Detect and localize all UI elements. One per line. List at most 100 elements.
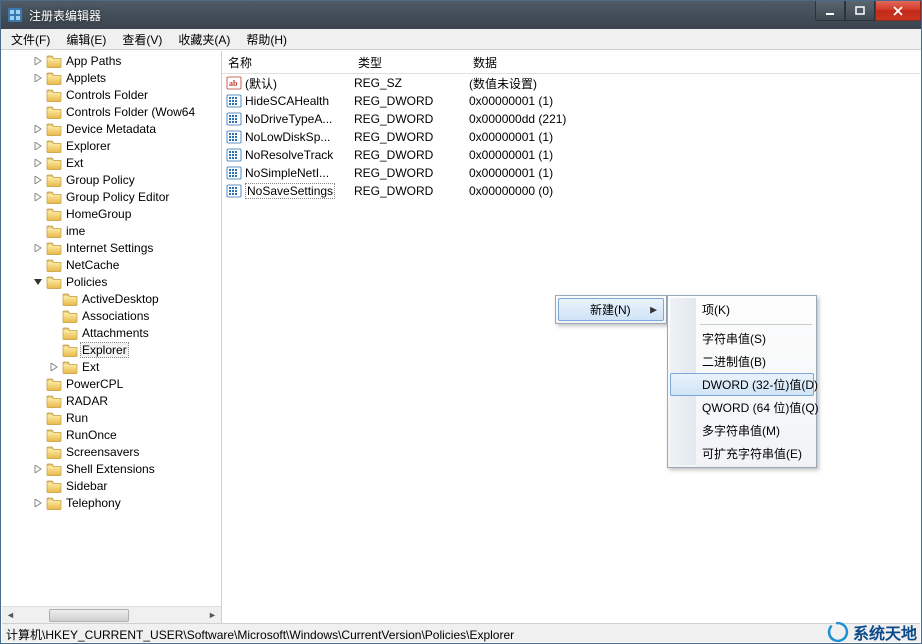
value-list[interactable]: 名称 类型 数据 (默认)REG_SZ(数值未设置)HideSCAHealthR…: [222, 51, 920, 623]
ctx-new-multistring[interactable]: 多字符串值(M): [670, 419, 814, 442]
expand-icon[interactable]: [30, 176, 46, 184]
expand-icon[interactable]: [30, 465, 46, 473]
tree-node[interactable]: Ext: [2, 358, 221, 375]
value-name: NoDriveTypeA...: [245, 112, 332, 126]
tree-node-label: Run: [64, 411, 90, 425]
tree-node[interactable]: Screensavers: [2, 443, 221, 460]
tree-node[interactable]: App Paths: [2, 52, 221, 69]
tree-node[interactable]: NetCache: [2, 256, 221, 273]
tree-node[interactable]: Telephony: [2, 494, 221, 511]
close-button[interactable]: [875, 1, 921, 21]
titlebar[interactable]: 注册表编辑器: [1, 1, 921, 29]
tree-node[interactable]: Controls Folder (Wow64: [2, 103, 221, 120]
expand-icon[interactable]: [46, 363, 62, 371]
tree-node[interactable]: Group Policy: [2, 171, 221, 188]
tree-node[interactable]: Associations: [2, 307, 221, 324]
folder-icon: [46, 172, 62, 188]
ctx-new-qword[interactable]: QWORD (64 位)值(Q): [670, 396, 814, 419]
scroll-thumb[interactable]: [49, 609, 129, 622]
value-row[interactable]: NoLowDiskSp...REG_DWORD0x00000001 (1): [222, 128, 920, 146]
tree-node-label: Ext: [80, 360, 101, 374]
value-row[interactable]: HideSCAHealthREG_DWORD0x00000001 (1): [222, 92, 920, 110]
dword-value-icon: [226, 111, 242, 127]
expand-icon[interactable]: [30, 125, 46, 133]
tree-node[interactable]: Explorer: [2, 137, 221, 154]
value-data: 0x000000dd (221): [467, 112, 920, 126]
minimize-button[interactable]: [815, 1, 845, 21]
ctx-new-expandstring[interactable]: 可扩充字符串值(E): [670, 442, 814, 465]
tree-node-label: Attachments: [80, 326, 151, 340]
tree-node[interactable]: RunOnce: [2, 426, 221, 443]
tree-node[interactable]: Run: [2, 409, 221, 426]
expand-icon[interactable]: [30, 57, 46, 65]
ctx-new-key[interactable]: 项(K): [670, 298, 814, 321]
tree-node-label: Group Policy Editor: [64, 190, 171, 204]
scroll-left-icon[interactable]: ◄: [2, 607, 19, 624]
tree-node[interactable]: PowerCPL: [2, 375, 221, 392]
tree-node[interactable]: Sidebar: [2, 477, 221, 494]
ctx-new-binary[interactable]: 二进制值(B): [670, 350, 814, 373]
tree-node[interactable]: Group Policy Editor: [2, 188, 221, 205]
tree-node[interactable]: Explorer: [2, 341, 221, 358]
tree-node[interactable]: ime: [2, 222, 221, 239]
key-tree[interactable]: App Paths AppletsControls Folder Controls …: [2, 51, 222, 623]
submenu-arrow-icon: ▶: [650, 304, 657, 315]
tree-node[interactable]: Policies: [2, 273, 221, 290]
folder-icon: [46, 410, 62, 426]
tree-node[interactable]: Internet Settings: [2, 239, 221, 256]
menu-file[interactable]: 文件(F): [3, 29, 58, 50]
context-submenu-new: 项(K) 字符串值(S) 二进制值(B) DWORD (32-位)值(D) QW…: [667, 295, 817, 468]
expand-icon[interactable]: [30, 499, 46, 507]
tree-node[interactable]: Shell Extensions: [2, 460, 221, 477]
maximize-button[interactable]: [845, 1, 875, 21]
value-row[interactable]: NoResolveTrackREG_DWORD0x00000001 (1): [222, 146, 920, 164]
tree-node[interactable]: HomeGroup: [2, 205, 221, 222]
tree-node[interactable]: Applets: [2, 69, 221, 86]
value-data: (数值未设置): [467, 75, 920, 92]
value-data: 0x00000001 (1): [467, 148, 920, 162]
ctx-new[interactable]: 新建(N) ▶: [558, 298, 664, 321]
menu-favorites[interactable]: 收藏夹(A): [170, 29, 238, 50]
column-data[interactable]: 数据: [467, 51, 920, 73]
column-name[interactable]: 名称: [222, 51, 352, 73]
column-type[interactable]: 类型: [352, 51, 467, 73]
value-row[interactable]: NoDriveTypeA...REG_DWORD0x000000dd (221): [222, 110, 920, 128]
tree-node-label: Applets: [64, 71, 108, 85]
menu-help[interactable]: 帮助(H): [238, 29, 295, 50]
list-header[interactable]: 名称 类型 数据: [222, 51, 920, 74]
status-bar: 计算机\HKEY_CURRENT_USER\Software\Microsoft…: [2, 623, 920, 642]
tree-node-label: ActiveDesktop: [80, 292, 161, 306]
tree-node-label: Controls Folder (Wow64: [64, 105, 197, 119]
value-row[interactable]: (默认)REG_SZ(数值未设置): [222, 74, 920, 92]
value-type: REG_DWORD: [352, 94, 467, 108]
collapse-icon[interactable]: [30, 278, 46, 286]
folder-icon: [46, 257, 62, 273]
expand-icon[interactable]: [30, 159, 46, 167]
menu-view[interactable]: 查看(V): [114, 29, 170, 50]
value-name: NoLowDiskSp...: [245, 130, 330, 144]
value-row[interactable]: NoSaveSettingsREG_DWORD0x00000000 (0): [222, 182, 920, 200]
folder-icon: [62, 359, 78, 375]
tree-node-label: App Paths: [64, 54, 123, 68]
tree-hscrollbar[interactable]: ◄ ►: [2, 606, 221, 623]
folder-icon: [46, 121, 62, 137]
tree-node[interactable]: Controls Folder: [2, 86, 221, 103]
tree-node[interactable]: Device Metadata: [2, 120, 221, 137]
expand-icon[interactable]: [30, 244, 46, 252]
scroll-right-icon[interactable]: ►: [204, 607, 221, 624]
ctx-new-dword[interactable]: DWORD (32-位)值(D): [670, 373, 814, 396]
expand-icon[interactable]: [30, 74, 46, 82]
expand-icon[interactable]: [30, 142, 46, 150]
tree-node-label: Ext: [64, 156, 85, 170]
tree-node[interactable]: Ext: [2, 154, 221, 171]
folder-icon: [46, 376, 62, 392]
tree-node-label: Explorer: [80, 342, 129, 358]
expand-icon[interactable]: [30, 193, 46, 201]
ctx-new-string[interactable]: 字符串值(S): [670, 327, 814, 350]
menu-edit[interactable]: 编辑(E): [58, 29, 114, 50]
tree-node[interactable]: Attachments: [2, 324, 221, 341]
tree-node[interactable]: ActiveDesktop: [2, 290, 221, 307]
value-row[interactable]: NoSimpleNetI...REG_DWORD0x00000001 (1): [222, 164, 920, 182]
tree-node-label: PowerCPL: [64, 377, 125, 391]
tree-node[interactable]: RADAR: [2, 392, 221, 409]
